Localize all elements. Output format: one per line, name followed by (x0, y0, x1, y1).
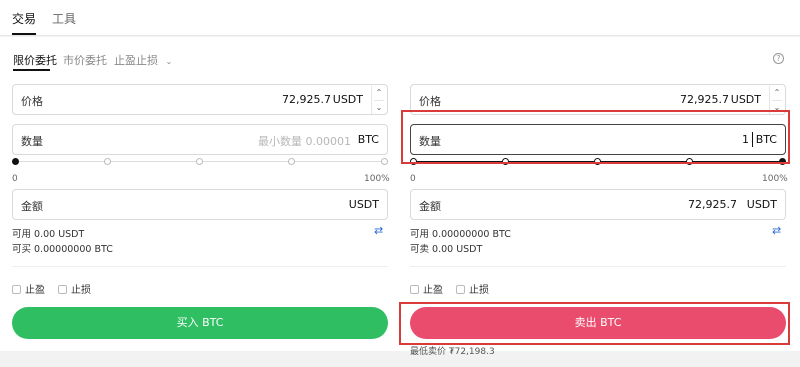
divider (410, 266, 786, 267)
active-tab-indicator (12, 33, 36, 35)
checkbox-icon (12, 285, 21, 294)
buy-take-profit-checkbox[interactable]: 止盈 (12, 281, 45, 296)
buy-amount-label: 金额 (21, 200, 43, 213)
buy-stop-loss-label: 止损 (71, 285, 91, 296)
tpsl-label: 止盈止损 (114, 54, 158, 67)
highlight-box-quantity (401, 110, 790, 164)
sell-max-amount: 可卖 0.00 USDT (410, 244, 483, 255)
lowest-sell-price: 最低卖价 ₮72,198.3 (410, 347, 495, 357)
slider-step-75[interactable] (288, 158, 295, 165)
chevron-down-icon: ⌄ (165, 57, 173, 66)
buy-stop-loss-checkbox[interactable]: 止损 (58, 281, 91, 296)
sell-pct-max: 100% (762, 174, 788, 184)
top-tabs: 交易 工具 (0, 0, 800, 36)
buy-quantity-unit: BTC (357, 133, 379, 146)
buy-price-stepper: ⌃ ⌄ (371, 86, 385, 114)
sell-amount-unit: USDT (746, 198, 777, 211)
buy-quantity-slider[interactable] (12, 157, 388, 167)
order-type-indicator (13, 69, 50, 71)
tab-tpsl-order[interactable]: 止盈止损 ⌄ (114, 52, 172, 68)
checkbox-icon (456, 285, 465, 294)
slider-step-100[interactable] (381, 158, 388, 165)
highlight-box-sell-button (399, 302, 790, 345)
buy-button[interactable]: 买入 BTC (12, 307, 388, 339)
sell-available: 可用 0.00000000 BTC (410, 229, 511, 240)
buy-pct-max: 100% (364, 174, 390, 184)
buy-quantity-label: 数量 (21, 135, 43, 148)
sell-price-label: 价格 (419, 95, 441, 108)
buy-take-profit-label: 止盈 (25, 285, 45, 296)
slider-step-25[interactable] (104, 158, 111, 165)
buy-pct-min: 0 (12, 174, 18, 184)
sell-amount-value: 72,925.7 (688, 198, 737, 211)
buy-quantity-placeholder: 最小数量 0.00001 (258, 135, 351, 148)
help-icon[interactable]: ? (773, 53, 784, 64)
buy-available: 可用 0.00 USDT (12, 229, 85, 240)
buy-price-label: 价格 (21, 95, 43, 108)
buy-quantity-field[interactable]: 数量 最小数量 0.00001 BTC (12, 124, 388, 155)
divider (12, 266, 388, 267)
checkbox-icon (58, 285, 67, 294)
tab-limit-order[interactable]: 限价委托 (13, 52, 57, 68)
sell-amount-field[interactable]: 金额 72,925.7 USDT (410, 189, 786, 220)
sell-stop-loss-checkbox[interactable]: 止损 (456, 281, 489, 296)
buy-price-value: 72,925.7 (282, 93, 331, 106)
sell-take-profit-checkbox[interactable]: 止盈 (410, 281, 443, 296)
chevron-up-icon[interactable]: ⌃ (374, 86, 384, 99)
slider-step-50[interactable] (196, 158, 203, 165)
buy-price-unit: USDT (332, 93, 363, 106)
tab-market-order[interactable]: 市价委托 (63, 52, 107, 68)
sell-take-profit-label: 止盈 (423, 285, 443, 296)
buy-amount-field[interactable]: 金额 USDT (12, 189, 388, 220)
sell-stop-loss-label: 止损 (469, 285, 489, 296)
buy-amount-unit: USDT (348, 198, 379, 211)
slider-step-0[interactable] (12, 158, 19, 165)
buy-price-field[interactable]: 价格 72,925.7 USDT ⌃ ⌄ (12, 84, 388, 115)
sell-pct-min: 0 (410, 174, 416, 184)
buy-max-qty: 可买 0.00000000 BTC (12, 244, 113, 255)
trade-panel: 限价委托 市价委托 止盈止损 ⌄ ? 价格 72,925.7 USDT ⌃ ⌄ … (0, 37, 800, 351)
sell-price-unit: USDT (730, 93, 761, 106)
tab-trade[interactable]: 交易 (12, 10, 36, 27)
swap-icon[interactable]: ⇄ (772, 224, 781, 237)
sell-price-value: 72,925.7 (680, 93, 729, 106)
chevron-up-icon[interactable]: ⌃ (772, 86, 782, 99)
chevron-down-icon[interactable]: ⌄ (374, 100, 384, 113)
sell-amount-label: 金额 (419, 200, 441, 213)
swap-icon[interactable]: ⇄ (374, 224, 383, 237)
checkbox-icon (410, 285, 419, 294)
tab-tools[interactable]: 工具 (52, 10, 76, 27)
